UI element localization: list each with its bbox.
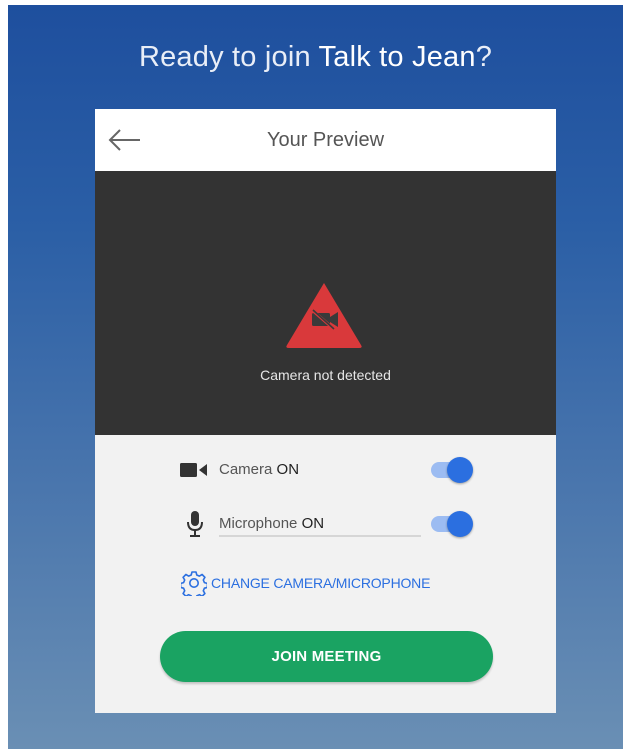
- microphone-state: ON: [301, 515, 325, 532]
- microphone-level-underline: [219, 535, 421, 537]
- camera-off-warning-icon: [283, 279, 365, 349]
- camera-label: Camera ON: [219, 461, 299, 478]
- card-header: Your Preview: [95, 109, 556, 171]
- join-card: Your Preview Camera not detected Camera …: [95, 109, 556, 713]
- microphone-toggle-knob: [447, 511, 473, 537]
- camera-setting-row: Camera ON: [95, 455, 556, 485]
- camera-preview: Camera not detected: [95, 171, 556, 435]
- gear-icon: [179, 570, 209, 600]
- microphone-label-text: Microphone: [219, 515, 298, 532]
- join-meeting-label: JOIN MEETING: [271, 648, 382, 665]
- change-camera-microphone-label: CHANGE CAMERA/MICROPHONE: [211, 575, 431, 591]
- page-title: Ready to join Talk to Jean?: [8, 41, 623, 74]
- page-background: Ready to join Talk to Jean? Your Preview: [8, 5, 623, 749]
- join-meeting-button[interactable]: JOIN MEETING: [160, 631, 493, 682]
- card-title: Your Preview: [266, 129, 385, 151]
- camera-state: ON: [276, 461, 300, 478]
- camera-label-text: Camera: [219, 461, 273, 478]
- video-camera-icon: [180, 462, 210, 483]
- title-prefix: Ready to join: [138, 41, 319, 73]
- microphone-setting-row: Microphone ON: [95, 509, 556, 539]
- camera-status-text: Camera not detected: [260, 367, 391, 383]
- microphone-toggle[interactable]: [429, 509, 475, 539]
- microphone-icon: [187, 511, 203, 542]
- camera-toggle-knob: [447, 457, 473, 483]
- change-camera-microphone-link[interactable]: CHANGE CAMERA/MICROPHONE: [179, 569, 491, 600]
- microphone-label: Microphone ON: [219, 515, 324, 532]
- meeting-name: Talk to Jean: [318, 41, 476, 73]
- camera-toggle[interactable]: [429, 455, 475, 485]
- title-suffix: ?: [475, 41, 493, 73]
